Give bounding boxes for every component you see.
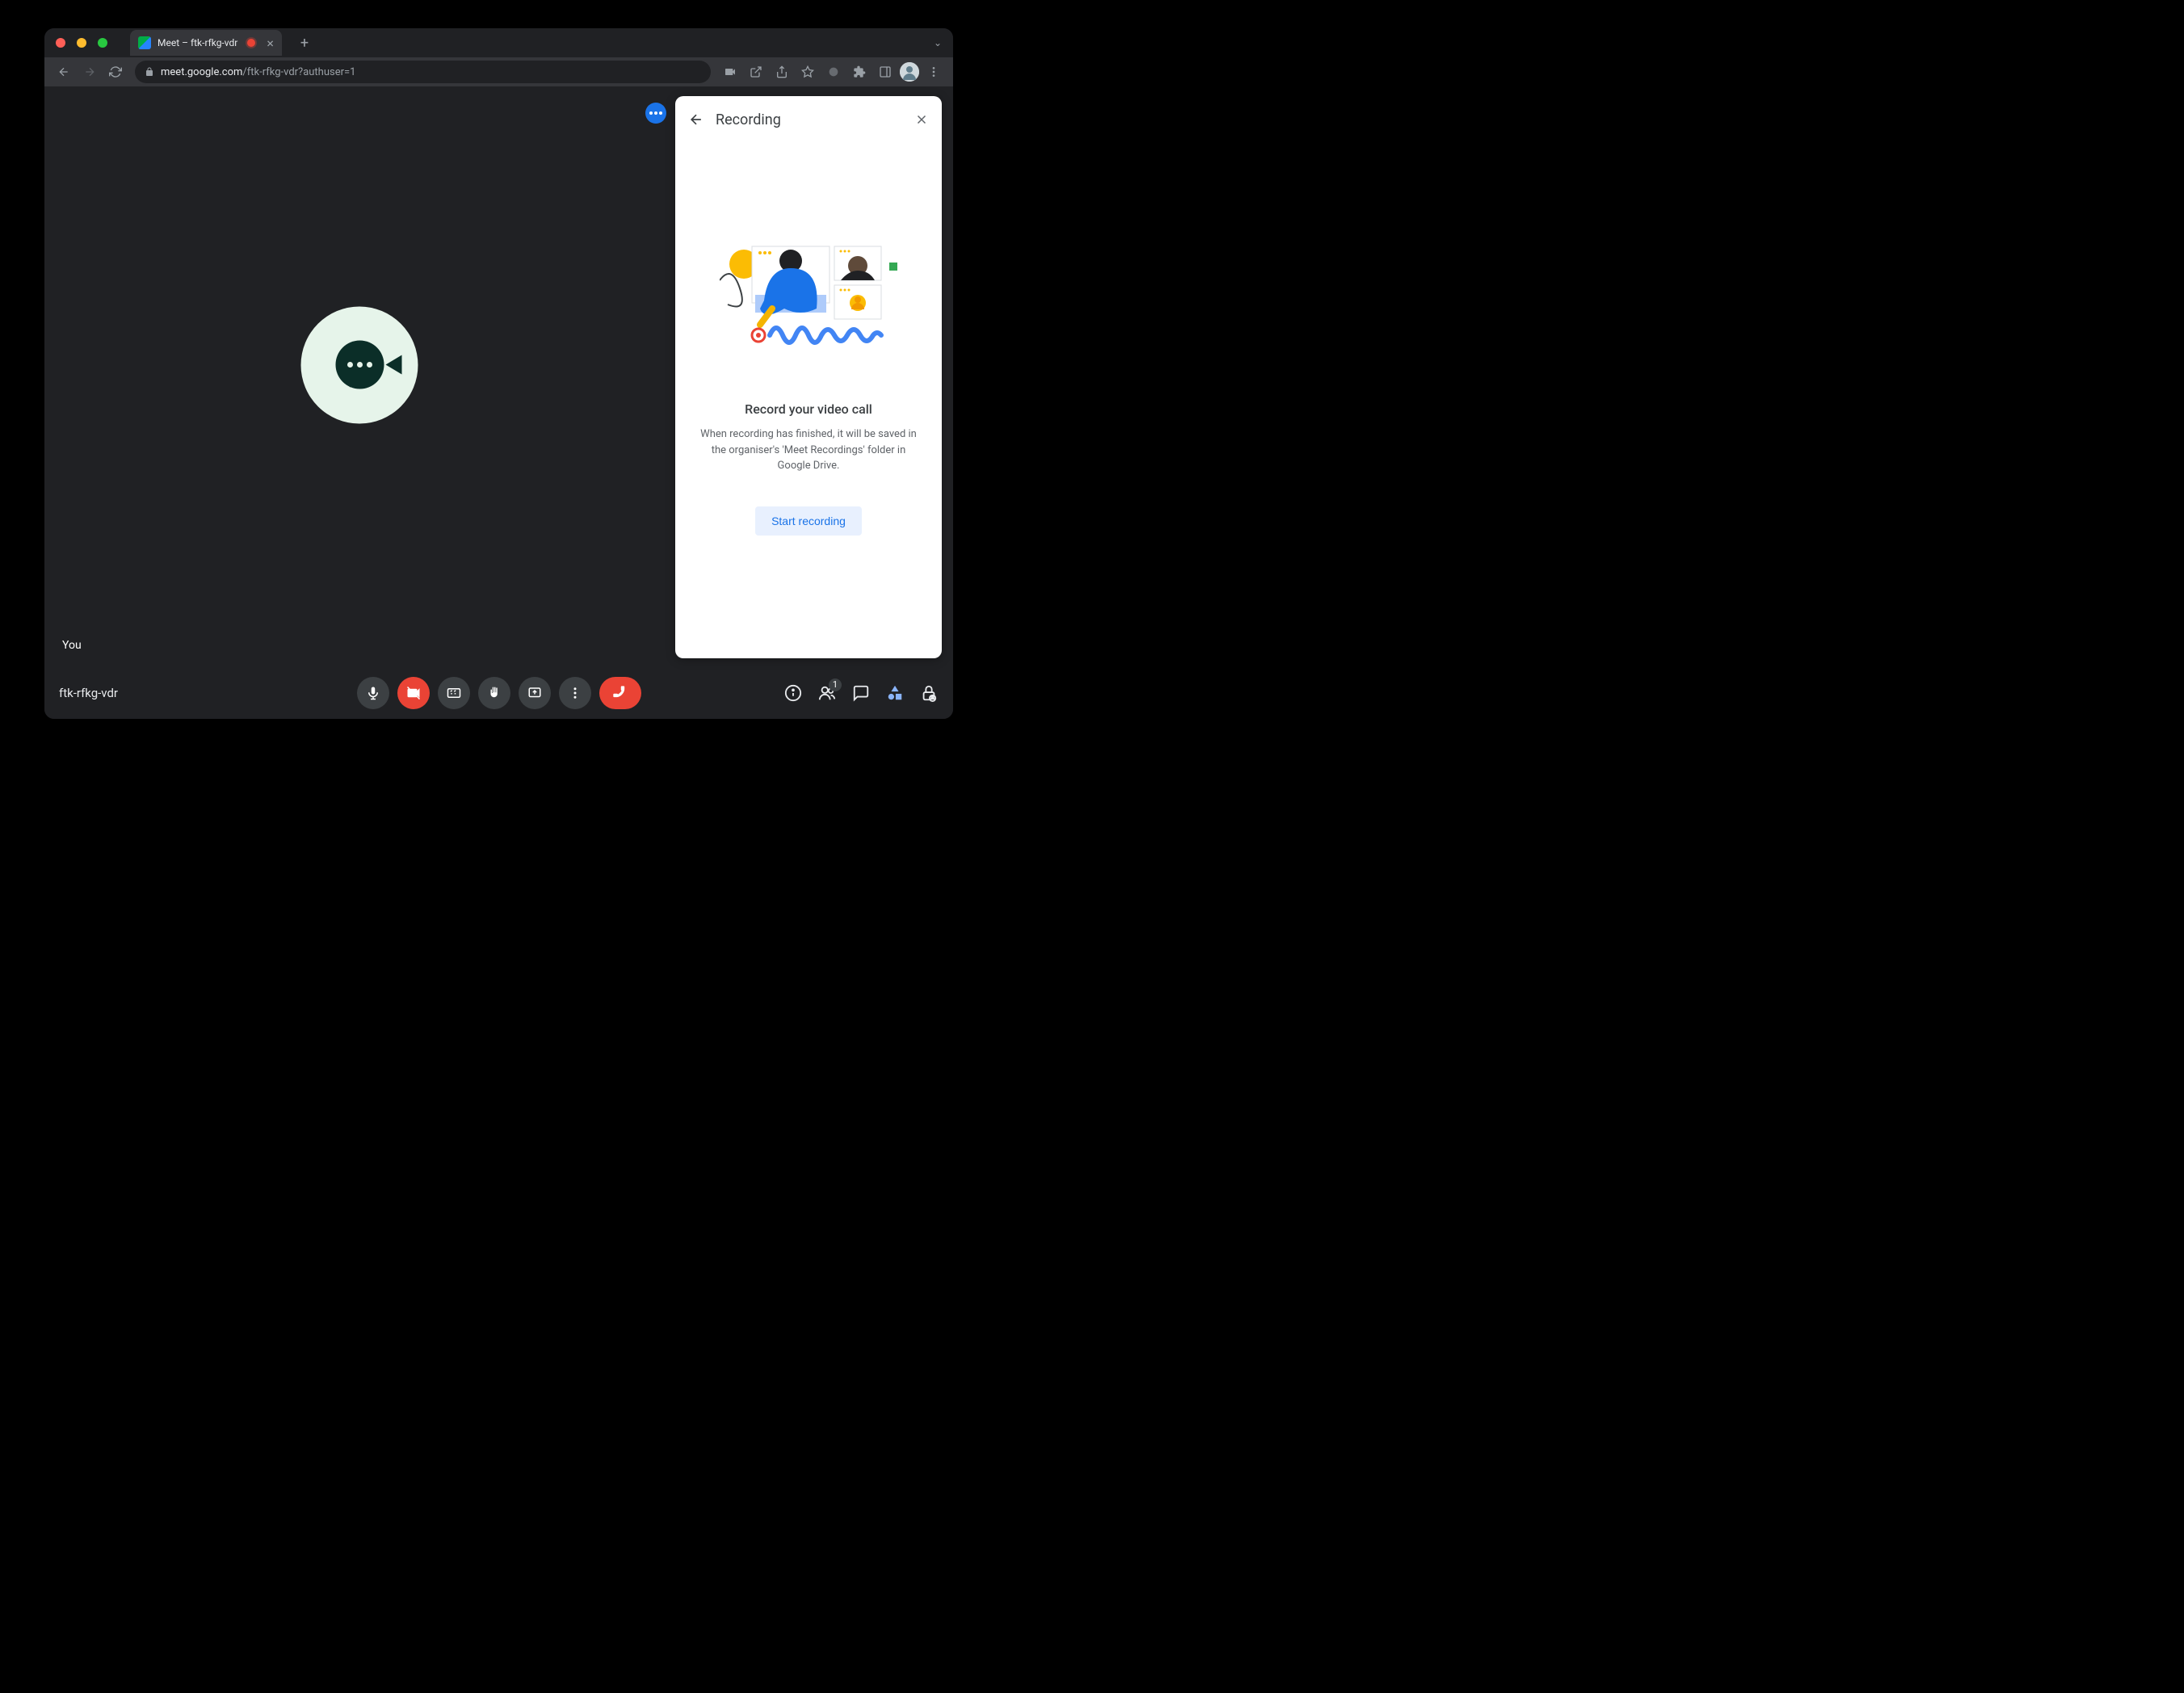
recording-panel: Recording [675,96,942,658]
window-maximize-button[interactable] [98,38,107,48]
meet-favicon-icon [138,36,151,49]
meeting-details-button[interactable] [783,683,803,703]
recording-indicator-icon [247,39,255,47]
participants-button[interactable]: 1 [817,683,837,703]
panel-body: Record your video call When recording ha… [675,143,942,658]
participant-avatar [301,306,418,423]
reload-button[interactable] [104,61,127,83]
host-controls-button[interactable] [919,683,939,703]
recording-illustration [720,232,897,361]
call-control-bar: ftk-rfkg-vdr [44,666,953,719]
url-text: meet.google.com/ftk-rfkg-vdr?authuser=1 [161,66,355,78]
share-icon[interactable] [771,61,793,83]
side-panel-icon[interactable] [874,61,897,83]
panel-title: Recording [716,111,903,128]
microphone-button[interactable] [357,677,389,709]
extensions-puzzle-icon[interactable] [848,61,871,83]
self-video-tile: You [44,86,674,666]
tab-title: Meet – ftk-rfkg-vdr [158,37,237,48]
forward-button[interactable] [78,61,101,83]
center-controls [357,677,641,709]
bookmark-icon[interactable] [796,61,819,83]
leave-call-button[interactable] [599,677,641,709]
window-close-button[interactable] [56,38,65,48]
tabs-dropdown-button[interactable]: ⌄ [922,37,953,48]
raise-hand-button[interactable] [478,677,510,709]
participant-count-badge: 1 [829,678,842,691]
profile-avatar[interactable] [900,62,919,82]
tile-options-button[interactable] [645,103,666,124]
browser-window: Meet – ftk-rfkg-vdr × + ⌄ meet.google.co… [44,28,953,719]
panel-header: Recording [675,96,942,143]
browser-menu-button[interactable] [922,61,945,83]
open-external-icon[interactable] [745,61,767,83]
present-screen-button[interactable] [519,677,551,709]
captions-button[interactable] [438,677,470,709]
start-recording-button[interactable]: Start recording [755,506,862,536]
browser-toolbar: meet.google.com/ftk-rfkg-vdr?authuser=1 [44,57,953,86]
panel-description: When recording has finished, it will be … [698,426,919,474]
self-name-label: You [62,639,82,652]
panel-heading: Record your video call [745,401,872,417]
right-controls: 1 [783,683,939,703]
panel-back-button[interactable] [688,111,704,128]
meeting-stage: You Recording [44,86,953,719]
panel-close-button[interactable] [914,112,929,127]
camera-permission-icon[interactable] [719,61,741,83]
back-button[interactable] [52,61,75,83]
window-minimize-button[interactable] [77,38,86,48]
extension-icon[interactable] [822,61,845,83]
camera-off-button[interactable] [397,677,430,709]
new-tab-button[interactable]: + [293,32,316,54]
lock-icon [145,67,154,77]
more-options-button[interactable] [559,677,591,709]
tab-close-button[interactable]: × [267,36,274,51]
browser-tab[interactable]: Meet – ftk-rfkg-vdr × [130,30,282,56]
url-bar[interactable]: meet.google.com/ftk-rfkg-vdr?authuser=1 [135,61,711,83]
activities-button[interactable] [885,683,905,703]
chat-button[interactable] [851,683,871,703]
tab-strip: Meet – ftk-rfkg-vdr × + ⌄ [44,28,953,57]
